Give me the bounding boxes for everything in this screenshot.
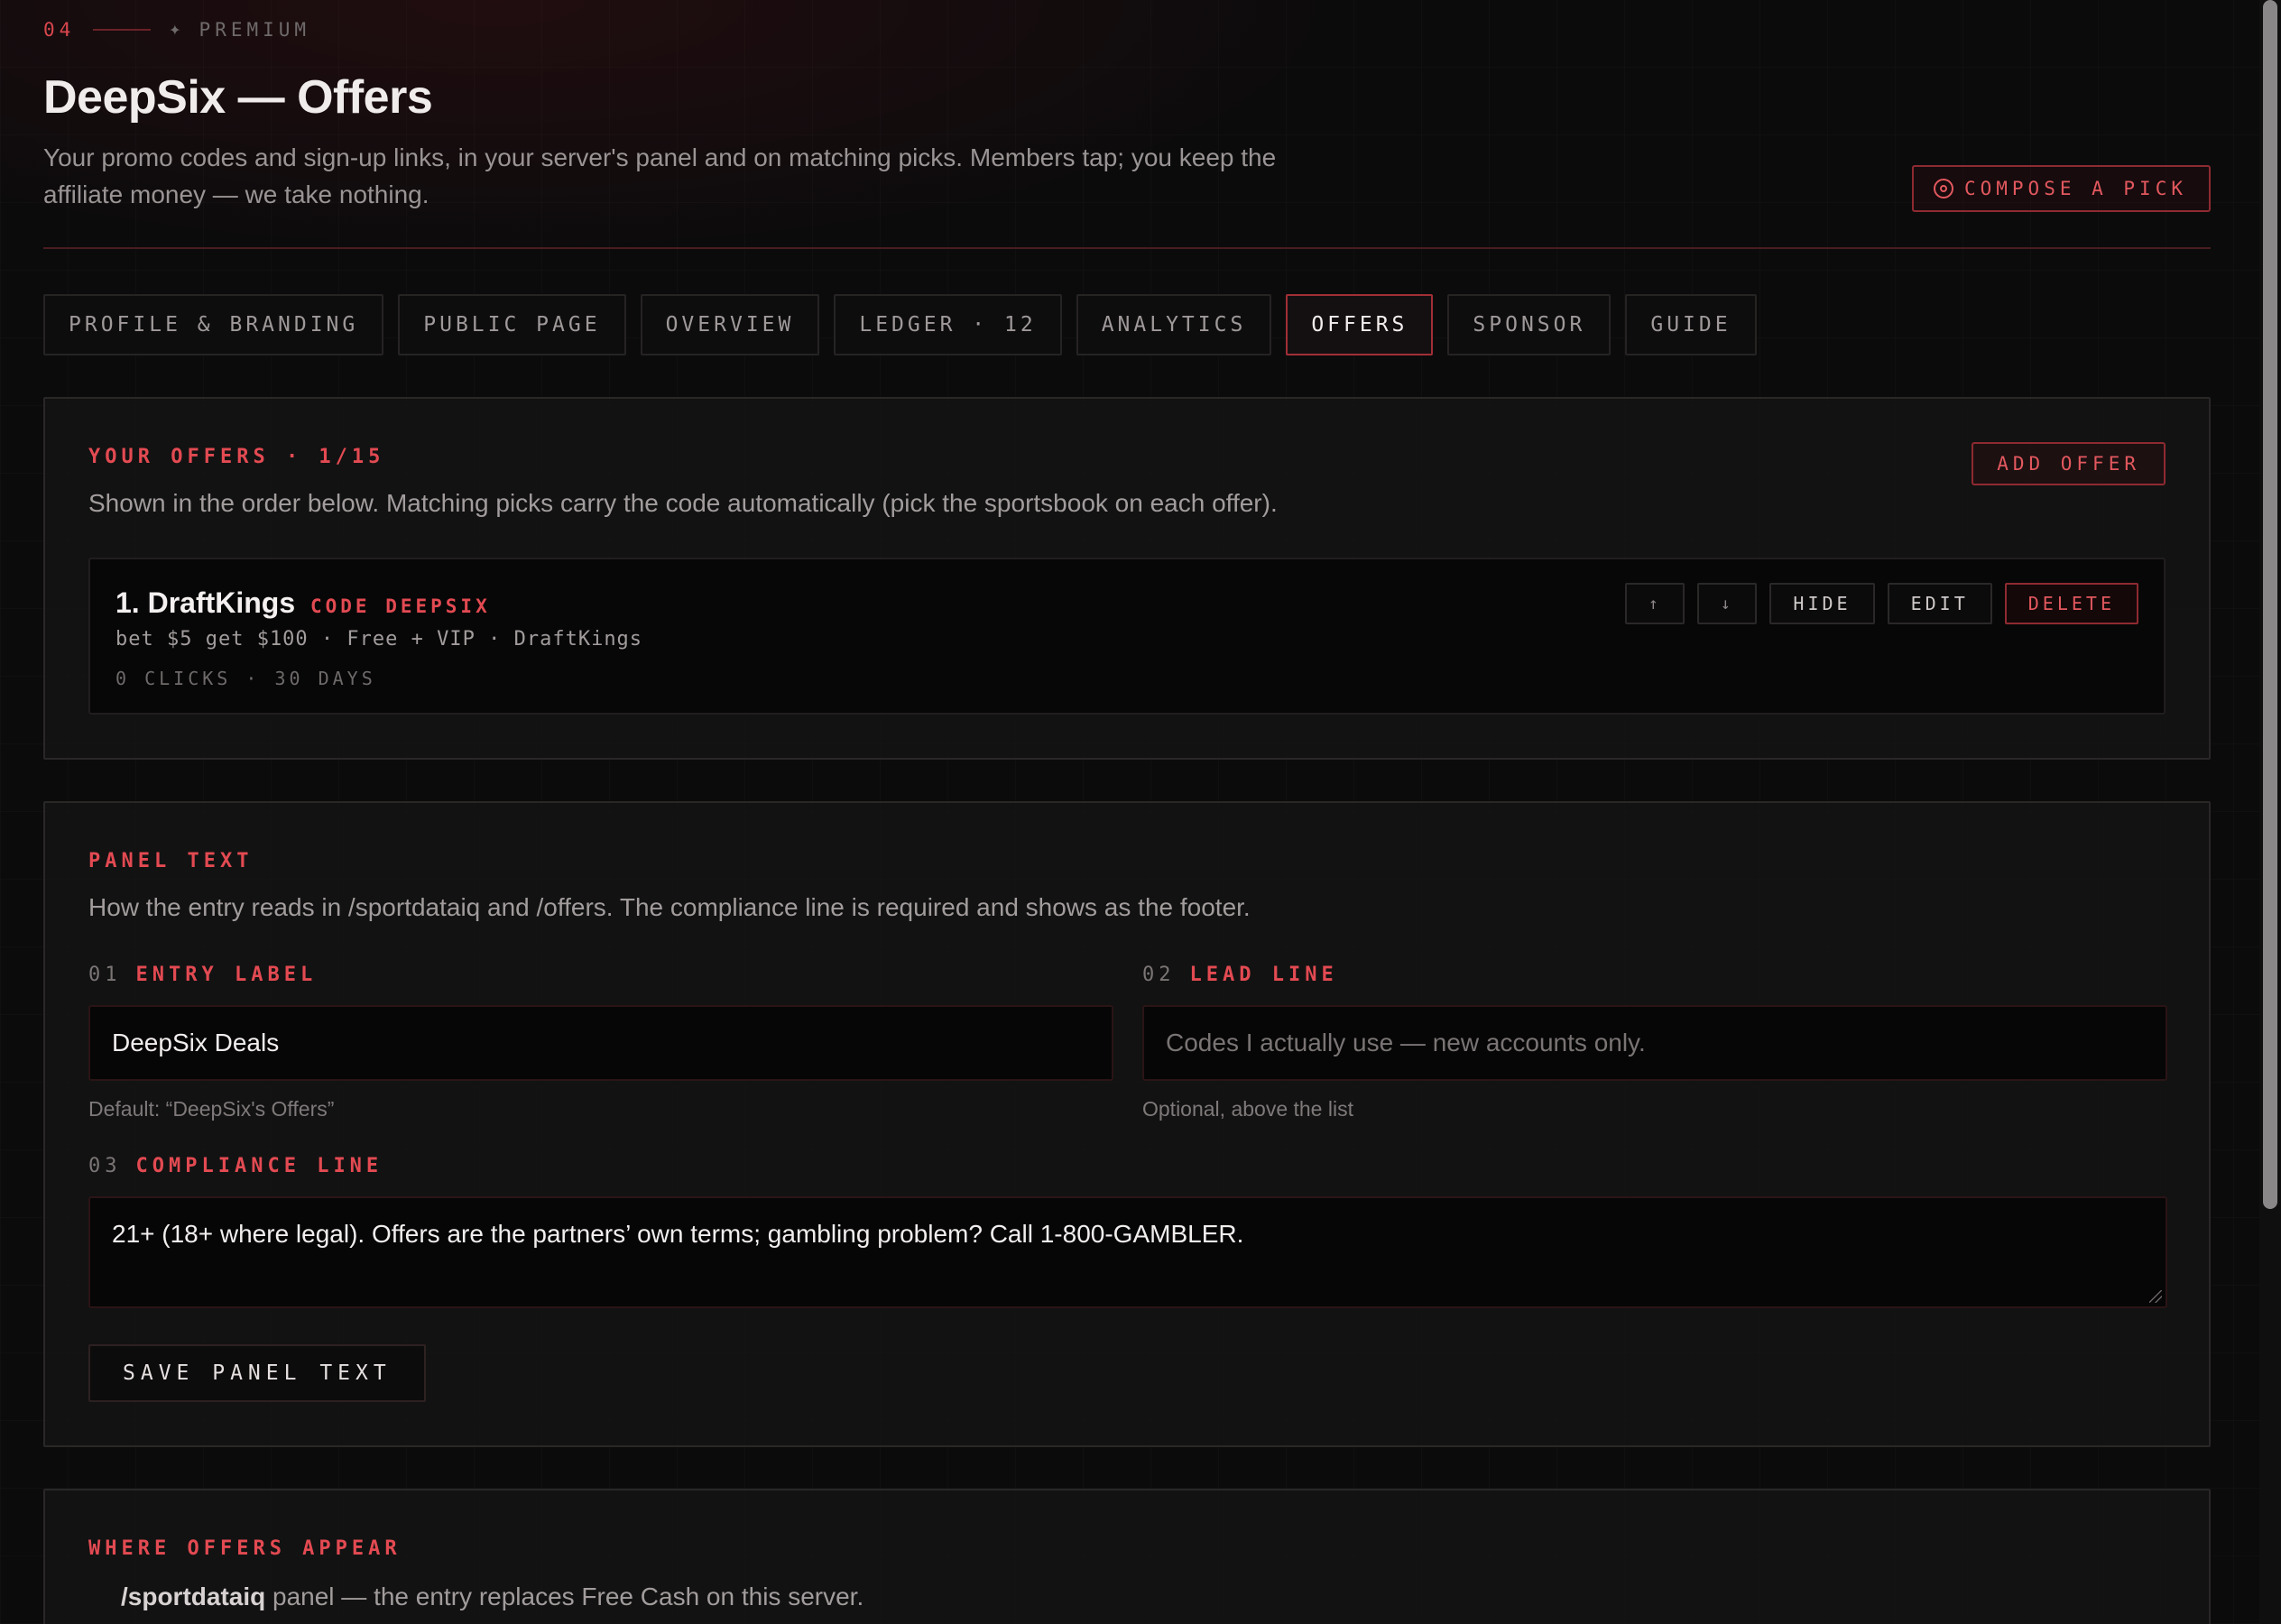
header-divider: [43, 247, 2211, 249]
tab-public-page[interactable]: PUBLIC PAGE: [398, 294, 626, 355]
tab-sponsor[interactable]: SPONSOR: [1447, 294, 1611, 355]
field-number: 03: [88, 1155, 122, 1177]
where-offers-panel: WHERE OFFERS APPEAR /sportdataiq panel —…: [43, 1489, 2211, 1624]
move-down-button[interactable]: ↓: [1697, 583, 1758, 624]
offer-details: bet $5 get $100 · Free + VIP · DraftKing…: [115, 628, 643, 651]
page-subtitle: Your promo codes and sign-up links, in y…: [43, 143, 1277, 208]
move-up-button[interactable]: ↑: [1625, 583, 1685, 624]
offer-actions: ↑ ↓ HIDE EDIT DELETE: [1625, 583, 2138, 624]
tab-bar: PROFILE & BRANDING PUBLIC PAGE OVERVIEW …: [43, 294, 1757, 355]
offer-code: CODE DEEPSIX: [310, 595, 491, 617]
offer-stats: 0 CLICKS · 30 DAYS: [115, 668, 376, 689]
offer-card: 1. DraftKings CODE DEEPSIX bet $5 get $1…: [88, 558, 2166, 715]
offers-panel: YOUR OFFERS · 1/15 Shown in the order be…: [43, 397, 2211, 760]
page-scrollbar[interactable]: [2259, 0, 2281, 1624]
where-offers-line: /sportdataiq panel — the entry replaces …: [121, 1582, 863, 1611]
edit-offer-button[interactable]: EDIT: [1887, 583, 1992, 624]
compliance-line-heading: 03 COMPLIANCE LINE: [88, 1155, 383, 1177]
lead-line-heading: 02 LEAD LINE: [1142, 964, 1338, 986]
tab-profile-branding[interactable]: PROFILE & BRANDING: [43, 294, 384, 355]
hide-offer-button[interactable]: HIDE: [1769, 583, 1875, 624]
delete-offer-button[interactable]: DELETE: [2004, 583, 2138, 624]
field-number: 01: [88, 964, 122, 986]
entry-label-hint: Default: “DeepSix's Offers”: [88, 1097, 335, 1121]
field-number: 02: [1142, 964, 1176, 986]
kicker-label: PREMIUM: [199, 18, 311, 41]
tab-guide[interactable]: GUIDE: [1625, 294, 1757, 355]
where-offers-text: panel — the entry replaces Free Cash on …: [265, 1582, 864, 1610]
field-label: ENTRY LABEL: [135, 964, 318, 986]
panel-text-title: PANEL TEXT: [88, 850, 254, 872]
entry-label-heading: 01 ENTRY LABEL: [88, 964, 317, 986]
panel-text-panel: PANEL TEXT How the entry reads in /sport…: [43, 801, 2211, 1447]
where-offers-title: WHERE OFFERS APPEAR: [88, 1537, 402, 1560]
entry-label-input[interactable]: DeepSix Deals: [88, 1005, 1113, 1081]
scrollbar-thumb[interactable]: [2263, 0, 2277, 1209]
compliance-line-value: 21+ (18+ where legal). Offers are the pa…: [112, 1220, 1244, 1248]
page-title: DeepSix — Offers: [43, 71, 433, 124]
panel-text-description: How the entry reads in /sportdataiq and …: [88, 893, 1251, 921]
tab-overview[interactable]: OVERVIEW: [640, 294, 820, 355]
offers-panel-title: YOUR OFFERS · 1/15: [88, 446, 385, 468]
command-name: /sportdataiq: [121, 1582, 266, 1610]
target-icon: [1933, 179, 1953, 198]
lead-line-hint: Optional, above the list: [1142, 1097, 1353, 1121]
compose-pick-label: COMPOSE A PICK: [1963, 178, 2187, 199]
field-label: LEAD LINE: [1189, 964, 1338, 986]
offers-panel-description: Shown in the order below. Matching picks…: [88, 489, 1278, 517]
offer-name: 1. DraftKings: [115, 586, 296, 619]
tab-offers[interactable]: OFFERS: [1286, 294, 1434, 355]
add-offer-button[interactable]: ADD OFFER: [1972, 442, 2166, 485]
section-number: 04: [43, 18, 76, 41]
tab-analytics[interactable]: ANALYTICS: [1076, 294, 1272, 355]
section-kicker: 04 ✦ PREMIUM: [43, 18, 310, 41]
lead-line-input[interactable]: Codes I actually use — new accounts only…: [1142, 1005, 2167, 1081]
compose-pick-button[interactable]: COMPOSE A PICK: [1911, 165, 2211, 212]
compliance-line-textarea[interactable]: 21+ (18+ where legal). Offers are the pa…: [88, 1196, 2167, 1308]
field-label: COMPLIANCE LINE: [135, 1155, 383, 1177]
resize-handle-icon[interactable]: [2149, 1290, 2162, 1303]
sparkle-icon: ✦: [169, 18, 181, 41]
tab-ledger[interactable]: LEDGER · 12: [834, 294, 1062, 355]
kicker-divider: [93, 28, 152, 31]
save-panel-text-button[interactable]: SAVE PANEL TEXT: [88, 1344, 426, 1402]
